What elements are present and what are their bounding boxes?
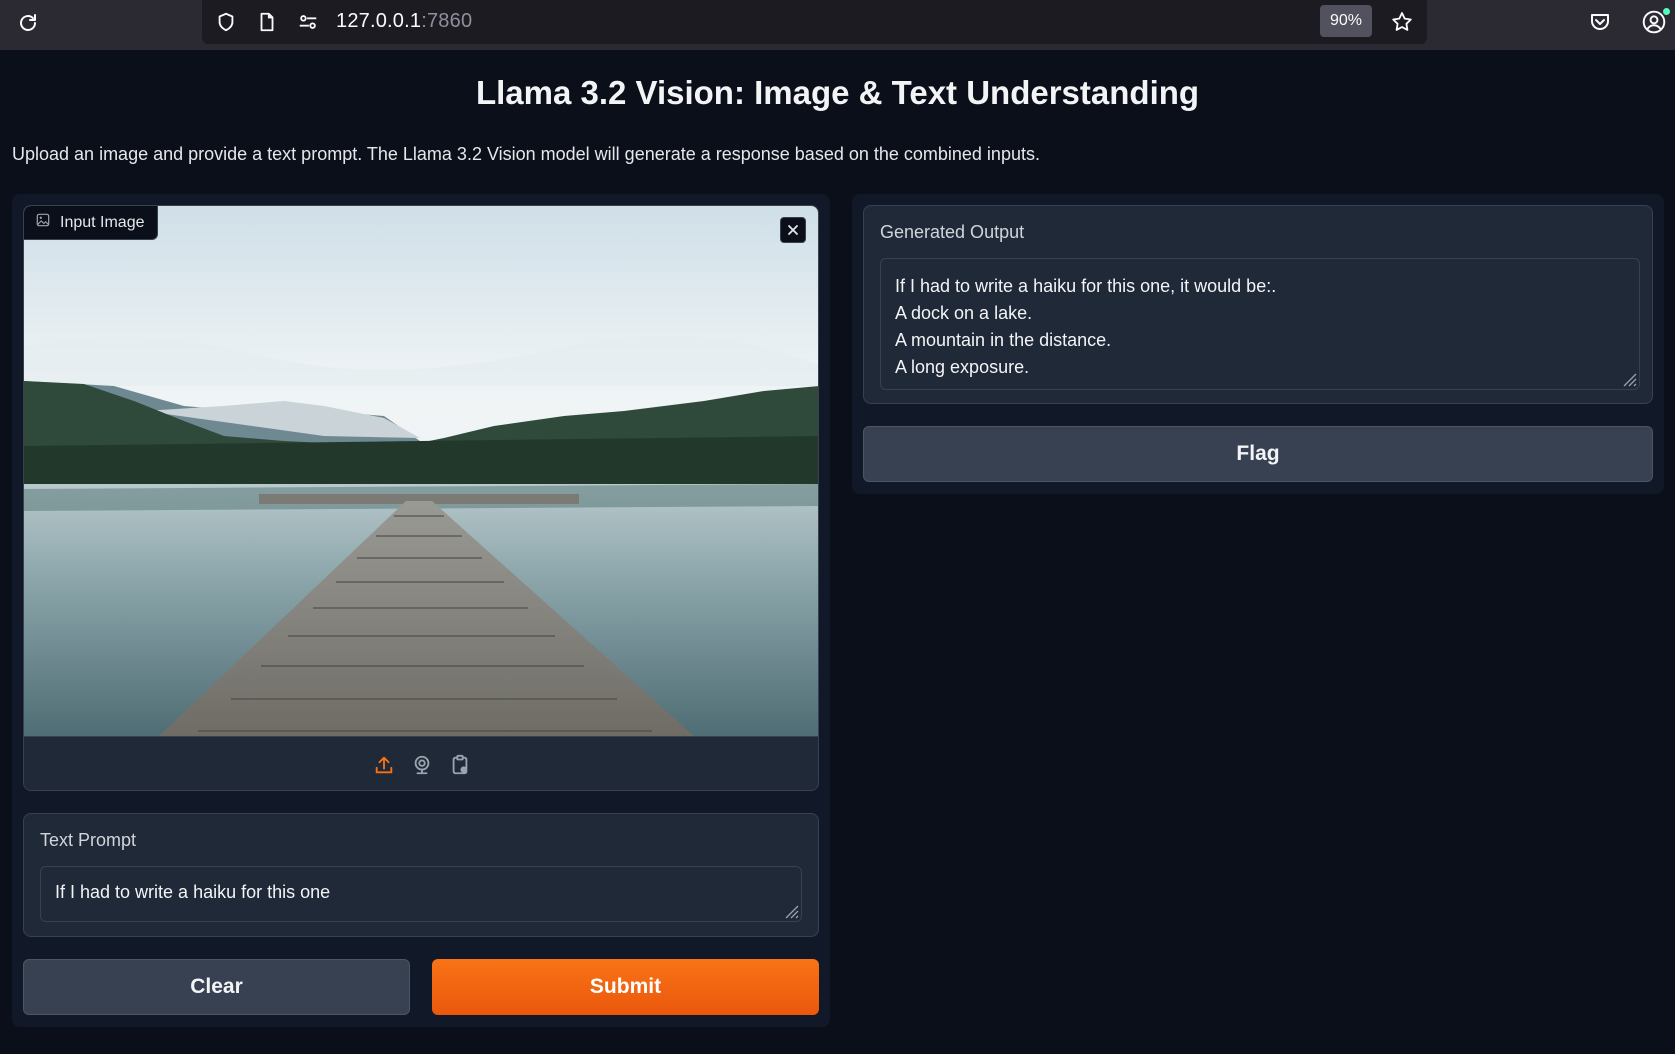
output-line: A dock on a lake. <box>895 303 1033 323</box>
text-prompt-label: Text Prompt <box>40 830 137 850</box>
notification-dot <box>1663 8 1670 15</box>
output-column: Generated Output If I had to write a hai… <box>852 194 1664 494</box>
output-line: If I had to write a haiku for this one, … <box>895 276 1277 296</box>
text-prompt-block: Text Prompt If I had to write a haiku fo… <box>23 813 819 937</box>
flag-button[interactable]: Flag <box>863 426 1653 482</box>
close-icon[interactable] <box>780 217 806 243</box>
url-text[interactable]: 127.0.0.1:7860 <box>336 10 472 33</box>
upload-icon[interactable] <box>371 752 397 778</box>
resize-handle-icon[interactable] <box>780 900 800 920</box>
submit-button[interactable]: Submit <box>432 959 819 1015</box>
image-label-text: Input Image <box>60 213 145 231</box>
page-title: Llama 3.2 Vision: Image & Text Understan… <box>475 74 1200 111</box>
url-host: 127.0.0.1 <box>336 10 422 32</box>
page-icon[interactable] <box>253 8 281 36</box>
uploaded-image <box>24 206 818 736</box>
lake-dock-photo <box>24 206 818 736</box>
image-label: Input Image <box>24 206 158 240</box>
input-column: Input Image Text Prompt If I had to writ… <box>12 194 830 1027</box>
star-icon[interactable] <box>1386 6 1418 38</box>
address-bar[interactable]: 127.0.0.1:7860 90% <box>202 0 1427 44</box>
webcam-icon[interactable] <box>409 752 435 778</box>
clear-button[interactable]: Clear <box>23 959 410 1015</box>
generated-output-textarea[interactable]: If I had to write a haiku for this one, … <box>880 258 1640 390</box>
output-line: A mountain in the distance. <box>895 330 1112 350</box>
shield-icon[interactable] <box>212 8 240 36</box>
account-icon[interactable] <box>1638 6 1670 38</box>
zoom-badge[interactable]: 90% <box>1320 5 1372 37</box>
image-input[interactable]: Input Image <box>23 205 819 791</box>
resize-handle-icon[interactable] <box>1618 368 1638 388</box>
browser-toolbar: 127.0.0.1:7860 90% <box>0 0 1675 50</box>
generated-output-label: Generated Output <box>880 222 1025 242</box>
generated-output-block: Generated Output If I had to write a hai… <box>863 205 1653 404</box>
output-line: A long exposure. <box>895 357 1030 377</box>
reload-icon[interactable] <box>12 7 44 39</box>
image-icon <box>36 213 50 232</box>
page-description: Upload an image and provide a text promp… <box>12 144 1040 164</box>
text-prompt-input[interactable]: If I had to write a haiku for this one <box>40 866 802 922</box>
pocket-icon[interactable] <box>1584 6 1616 38</box>
url-port: :7860 <box>421 10 473 32</box>
clipboard-icon[interactable] <box>447 752 473 778</box>
image-source-toolbar <box>24 736 818 790</box>
permissions-icon[interactable] <box>294 8 322 36</box>
